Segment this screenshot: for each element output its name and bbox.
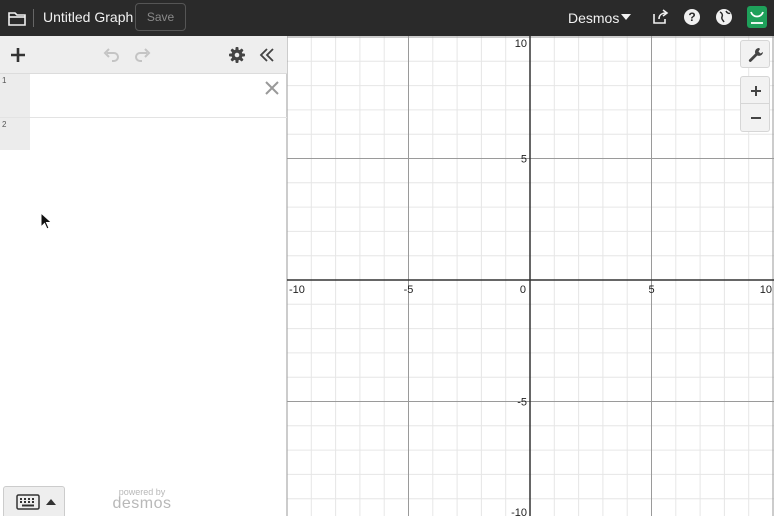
keypad-toggle-button[interactable] (3, 486, 65, 516)
graph-grid[interactable]: -10 -5 0 5 10 10 5 -5 -10 (287, 36, 774, 516)
chevron-down-icon[interactable] (621, 14, 631, 20)
x-tick-label: -5 (404, 284, 414, 296)
close-icon[interactable] (264, 80, 280, 96)
y-tick-label: -10 (511, 507, 527, 516)
redo-icon[interactable] (134, 46, 152, 64)
y-tick-label: 5 (521, 154, 527, 166)
keyboard-icon (16, 494, 40, 510)
expression-gutter[interactable]: 1 (0, 74, 30, 117)
expression-index: 1 (2, 76, 7, 85)
y-tick-label: -5 (517, 397, 527, 409)
y-tick-label: 10 (515, 38, 527, 50)
expression-panel: 1 2 powered by desmos (0, 36, 287, 516)
share-icon[interactable] (651, 8, 669, 26)
expression-row[interactable]: 1 (0, 74, 287, 118)
powered-by-logo[interactable]: powered by desmos (108, 487, 176, 513)
zoom-in-icon (751, 86, 761, 96)
gear-icon[interactable] (228, 46, 246, 64)
expression-toolbar (0, 36, 287, 74)
mouse-cursor-icon (40, 212, 52, 230)
desmos-menu[interactable]: Desmos (568, 10, 619, 26)
wrench-icon (748, 48, 763, 62)
zoom-out-icon (751, 117, 761, 119)
help-icon[interactable]: ? (683, 8, 701, 26)
x-tick-label: 5 (648, 284, 654, 296)
graph-title[interactable]: Untitled Graph (43, 9, 133, 25)
desmos-brand: desmos (112, 495, 172, 512)
expression-index: 2 (2, 120, 7, 129)
save-button[interactable]: Save (135, 3, 186, 31)
x-tick-label: -10 (289, 284, 305, 296)
zoom-in-button[interactable] (740, 76, 770, 104)
extension-icon[interactable] (747, 6, 767, 28)
x-tick-label: 10 (760, 284, 772, 296)
chevron-up-icon (46, 499, 56, 505)
graph-settings-button[interactable] (740, 40, 770, 68)
collapse-icon[interactable] (258, 46, 276, 64)
add-icon[interactable] (9, 46, 27, 64)
svg-text:?: ? (688, 10, 695, 24)
graph-paper[interactable]: -10 -5 0 5 10 10 5 -5 -10 (287, 36, 774, 516)
x-tick-label: 0 (520, 284, 526, 296)
top-bar: Untitled Graph Save Desmos ? (0, 0, 774, 36)
expression-row[interactable]: 2 (0, 118, 287, 150)
header-divider (33, 9, 34, 27)
zoom-out-button[interactable] (740, 104, 770, 132)
folder-icon[interactable] (6, 7, 28, 29)
expression-gutter[interactable]: 2 (0, 118, 30, 150)
globe-icon[interactable] (715, 8, 733, 26)
undo-icon[interactable] (102, 46, 120, 64)
